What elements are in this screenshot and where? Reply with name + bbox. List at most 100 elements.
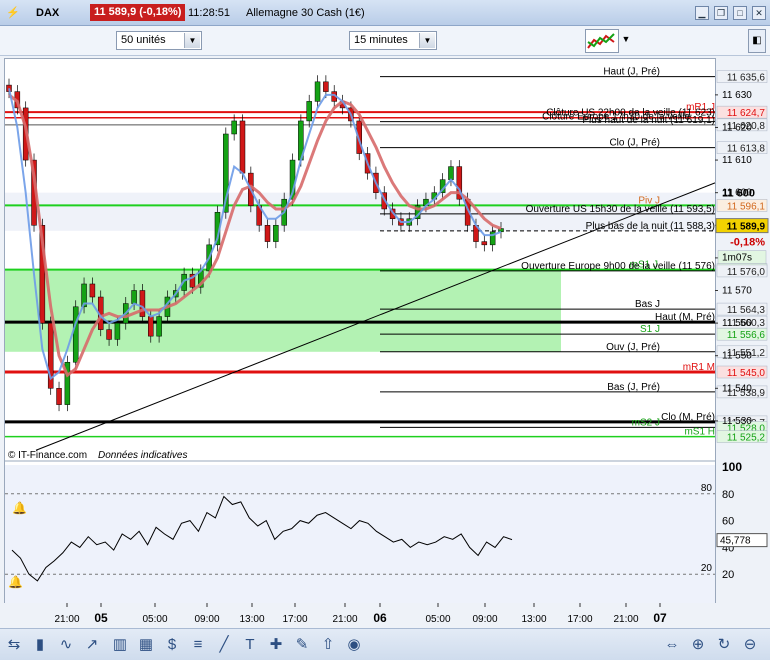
x-tick-label: 05:00 (142, 614, 167, 625)
candle (314, 81, 321, 102)
y-tick-label: 11 560 (722, 318, 752, 329)
candle (89, 283, 96, 298)
candle (131, 290, 137, 304)
price-axis-label: 11 635,6 (727, 73, 766, 84)
bottom-toolbar: ⇆ ▮ ∿ ↗ ▥ ▦ $ ≡ ╱ T ✚ ✎ ⇧ ◉ ⇔ ⊕ ↻ ⊖ (0, 628, 770, 660)
price-chart[interactable]: Haut (J, Pré)11 635,6mR1 J11 624,7Clôtur… (0, 0, 770, 660)
x-tick-label: 05:00 (425, 614, 450, 625)
oscillator-panel (5, 465, 715, 603)
level-label: mR1 M (683, 362, 715, 373)
x-tick-label: 21:00 (332, 614, 357, 625)
x-tick-label: 17:00 (567, 614, 592, 625)
price-axis-label: 11 525,2 (727, 433, 766, 444)
oscillator-tick-label: 80 (722, 489, 734, 501)
level-label: Plus haut de la nuit (11 619,1) (582, 115, 715, 126)
level-label: Clo (M, Pré) (661, 412, 715, 423)
y-tick-label: 11 630 (722, 90, 752, 101)
text-tool-icon[interactable]: T (240, 635, 260, 655)
level-label: mS1 H (684, 427, 715, 438)
level-label: Bas J (635, 299, 660, 310)
x-tick-label: 05 (94, 611, 108, 625)
y-tick-label: 11 610 (722, 155, 752, 166)
candle (323, 81, 329, 92)
up-arrow-icon[interactable]: ⇧ (318, 635, 338, 655)
x-tick-label: 13:00 (521, 614, 546, 625)
line-tool-icon[interactable]: ╱ (214, 635, 234, 655)
last-change-label: -0,18% (730, 237, 765, 249)
y-tick-label: 11 530 (722, 416, 752, 427)
price-axis-label: 11 613,8 (727, 144, 766, 155)
candlestick-icon[interactable]: ▮ (30, 635, 50, 655)
magnifier-plus-icon[interactable]: ⊕ (688, 635, 708, 655)
oscillator-tick-label: 100 (722, 460, 742, 474)
x-tick-label: 13:00 (239, 614, 264, 625)
level-label: Haut (M, Pré) (655, 312, 715, 323)
share-icon[interactable]: ⇆ (4, 635, 24, 655)
oscillator-value-label: 45,778 (720, 536, 751, 547)
candle (448, 166, 454, 180)
oscillator-level-label: 80 (701, 483, 713, 494)
y-tick-label: 11 570 (722, 285, 752, 296)
y-tick-label: 11 550 (722, 351, 752, 362)
candle (156, 316, 162, 337)
candle (139, 290, 146, 317)
lines-icon[interactable]: ≡ (188, 635, 208, 655)
y-tick-label: 11 540 (722, 383, 752, 394)
price-axis-label: 11 545,0 (727, 368, 766, 379)
trend-icon[interactable]: ↗ (82, 635, 102, 655)
price-axis-label: 11 576,0 (727, 267, 766, 278)
x-tick-label: 06 (373, 611, 387, 625)
level-label: S1 J (640, 324, 660, 335)
candle (264, 225, 271, 242)
y-tick-label-bold: 11 600 (722, 188, 755, 200)
pencil-icon[interactable]: ✎ (292, 635, 312, 655)
candle (148, 316, 154, 337)
x-tick-label: 17:00 (282, 614, 307, 625)
candle (72, 306, 79, 363)
x-tick-label: 21:00 (613, 614, 638, 625)
oscillator-tick-label: 20 (722, 569, 734, 581)
price-axis-label: 11 564,3 (727, 305, 766, 316)
level-label: Bas (J, Pré) (607, 382, 660, 393)
level-label: Ouverture Europe 9h00 de la veille (11 5… (521, 261, 715, 272)
cycle-icon[interactable]: ↻ (714, 635, 734, 655)
oscillator-tick-label: 60 (722, 516, 734, 528)
candle (56, 388, 62, 405)
x-tick-label: 07 (653, 611, 667, 625)
candle (273, 225, 279, 242)
y-tick-label: 11 620 (722, 122, 752, 133)
dollar-icon[interactable]: $ (162, 635, 182, 655)
candle (306, 101, 312, 122)
level-label: mS2 J (632, 417, 660, 428)
oscillator-level-label: 20 (701, 563, 713, 574)
chart-window: ⚡ DAX 11 589,9 (-0,18%) 11:28:51 Allemag… (0, 0, 770, 660)
upper-alert-bell-icon: 🔔 (12, 501, 27, 515)
x-tick-label: 09:00 (472, 614, 497, 625)
bars-icon[interactable]: ▥ (110, 635, 130, 655)
price-axis-label: 11 624,7 (727, 108, 766, 119)
lower-alert-bell-icon: 🔔 (8, 575, 23, 589)
cross-icon[interactable]: ✚ (266, 635, 286, 655)
candle (239, 120, 246, 174)
level-label: Clo (J, Pré) (609, 138, 660, 149)
x-tick-label: 21:00 (54, 614, 79, 625)
camera-icon[interactable]: ◉ (344, 635, 364, 655)
x-tick-label: 09:00 (194, 614, 219, 625)
level-label: Ouverture US 15h30 de la veille (11 593,… (526, 204, 715, 215)
candle (481, 241, 488, 246)
grid-icon[interactable]: ▦ (136, 635, 156, 655)
candle (106, 329, 112, 340)
candle (114, 322, 121, 340)
indicator-icon[interactable]: ∿ (56, 635, 76, 655)
countdown-label: 1m07s (722, 253, 752, 264)
level-label: Ouv (J, Pré) (606, 342, 660, 353)
credit-label: © IT-Finance.com (8, 450, 87, 461)
data-note-label: Données indicatives (98, 450, 188, 461)
fit-icon[interactable]: ⇔ (662, 635, 682, 655)
price-axis-label: 11 596,1 (727, 201, 766, 212)
candle (231, 120, 237, 135)
price-axis-label: 11 556,6 (727, 330, 766, 341)
last-price-label: 11 589,9 (727, 222, 766, 233)
level-label: Haut (J, Pré) (603, 67, 660, 78)
magnifier-minus-icon[interactable]: ⊖ (740, 635, 760, 655)
